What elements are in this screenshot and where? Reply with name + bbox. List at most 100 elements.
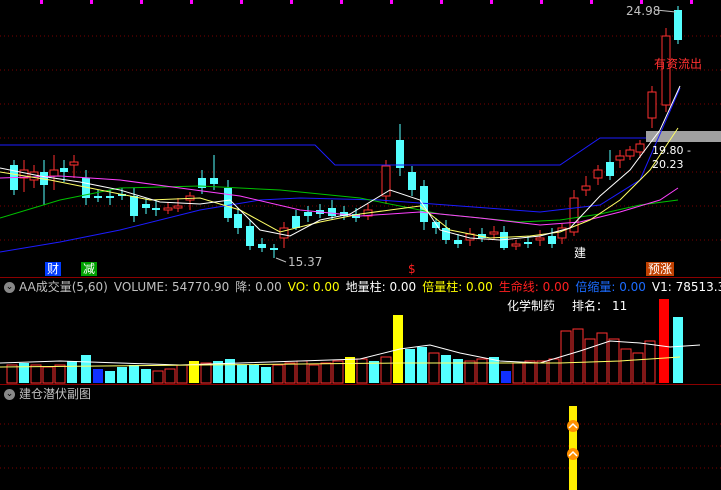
candle-body <box>548 236 556 244</box>
rank-label: 排名： <box>572 299 609 313</box>
kline-chart[interactable] <box>0 0 721 277</box>
volume-bar <box>572 328 584 384</box>
volume-stat-0: VOLUME: 54770.90 <box>113 280 230 294</box>
top-tick <box>90 0 93 4</box>
volume-bar <box>249 365 259 383</box>
volume-panel[interactable]: 化学制药 排名： 11 <box>0 297 721 384</box>
sub-chart-header: ⌄ 建仓潜伏副图 <box>0 384 721 404</box>
candle-body <box>442 228 450 240</box>
low-price-label: 15.37 <box>288 255 323 269</box>
candle-body <box>535 237 545 241</box>
candle-body <box>432 222 440 228</box>
volume-bar <box>560 330 572 384</box>
volume-bar <box>536 360 548 384</box>
collapse-icon[interactable]: ⌄ <box>4 282 15 293</box>
volume-bar <box>284 362 296 384</box>
volume-bar <box>6 364 18 384</box>
kline-panel[interactable]: 财 减 $ 预涨 24.98 15.37 有资流出 建 19.80 - 20.2… <box>0 0 721 277</box>
signal-dot <box>567 448 579 460</box>
candle-body <box>152 208 160 210</box>
sub-chart[interactable] <box>0 404 721 490</box>
volume-bar <box>659 299 669 383</box>
candle-body <box>647 91 657 119</box>
volume-bar <box>152 370 164 384</box>
candle-body <box>49 169 59 177</box>
candle-body <box>615 155 625 161</box>
candle-body <box>246 226 254 246</box>
signal-dot <box>567 420 579 432</box>
volume-bar <box>105 371 115 383</box>
candle-body <box>408 172 416 190</box>
volume-bar <box>332 360 344 384</box>
volume-stat-2: VO: 0.00 <box>287 280 340 294</box>
candle-body <box>524 242 532 244</box>
volume-bar <box>417 347 427 383</box>
top-tick <box>140 0 143 4</box>
volume-bar <box>441 355 451 383</box>
candle-body <box>173 205 183 209</box>
volume-stat-4: 倍量柱: 0.00 <box>422 280 493 294</box>
marker-dollar: $ <box>408 262 416 276</box>
candle-body <box>234 214 242 228</box>
volume-bar <box>369 361 379 383</box>
volume-bar <box>81 355 91 383</box>
volume-bar <box>67 361 77 383</box>
candle-body <box>328 208 336 216</box>
volume-stat-6: 倍缩量: 0.00 <box>575 280 646 294</box>
volume-bar <box>596 332 608 384</box>
price-range-label: 19.80 - 20.23 <box>652 144 691 171</box>
top-tick <box>490 0 493 4</box>
high-price-label: 24.98 <box>626 4 661 18</box>
volume-bar <box>320 362 332 384</box>
sub-chart-panel[interactable] <box>0 404 721 490</box>
volume-bar <box>644 340 656 384</box>
volume-bar <box>93 369 103 383</box>
top-tick <box>390 0 393 4</box>
marker-jian: 减 <box>81 262 98 276</box>
candle-body <box>625 149 635 157</box>
volume-bar <box>308 364 320 384</box>
ma-band-upper <box>0 137 646 166</box>
volume-indicator-title[interactable]: AA成交量(5,60) <box>19 277 108 297</box>
candle-body <box>511 243 521 247</box>
volume-bar <box>632 352 644 384</box>
volume-bar <box>428 352 440 384</box>
candle-body <box>674 10 682 40</box>
volume-bar <box>54 364 66 384</box>
candle-body <box>270 248 278 250</box>
low-price-pointer <box>275 257 287 263</box>
sector-label: 化学制药 <box>507 299 556 313</box>
top-tick <box>690 0 693 4</box>
volume-bar <box>380 356 392 384</box>
candle-body <box>224 188 232 218</box>
top-tick <box>340 0 343 4</box>
candle-body <box>396 140 404 168</box>
volume-bar <box>225 359 235 383</box>
top-tick <box>190 0 193 4</box>
volume-bar <box>164 368 176 384</box>
volume-bar <box>30 364 42 384</box>
volume-bar <box>42 366 54 384</box>
candle-body <box>94 196 102 198</box>
candle-body <box>304 212 312 216</box>
candle-body <box>292 216 300 228</box>
collapse-icon[interactable]: ⌄ <box>4 389 15 400</box>
candle-body <box>279 227 289 239</box>
volume-header: ⌄ AA成交量(5,60) VOLUME: 54770.90 降: 0.00 VO: 0… <box>0 277 721 297</box>
top-tick <box>290 0 293 4</box>
candle-body <box>142 204 150 208</box>
volume-stat-1: 降: 0.00 <box>235 280 282 294</box>
volume-bar <box>620 348 632 384</box>
volume-bar <box>673 317 683 383</box>
volume-bar <box>237 365 247 383</box>
volume-stat-7: V1: 78513.30 <box>651 280 721 294</box>
candle-body <box>69 161 79 166</box>
volume-bar <box>117 367 127 383</box>
rank-value: 11 <box>612 299 628 313</box>
volume-bar <box>405 349 415 383</box>
volume-stat-3: 地量柱: 0.00 <box>345 280 417 294</box>
candle-body <box>60 168 68 172</box>
volume-bar <box>19 363 29 383</box>
outflow-label: 有资流出 <box>654 57 703 71</box>
sub-chart-title[interactable]: 建仓潜伏副图 <box>19 384 91 404</box>
